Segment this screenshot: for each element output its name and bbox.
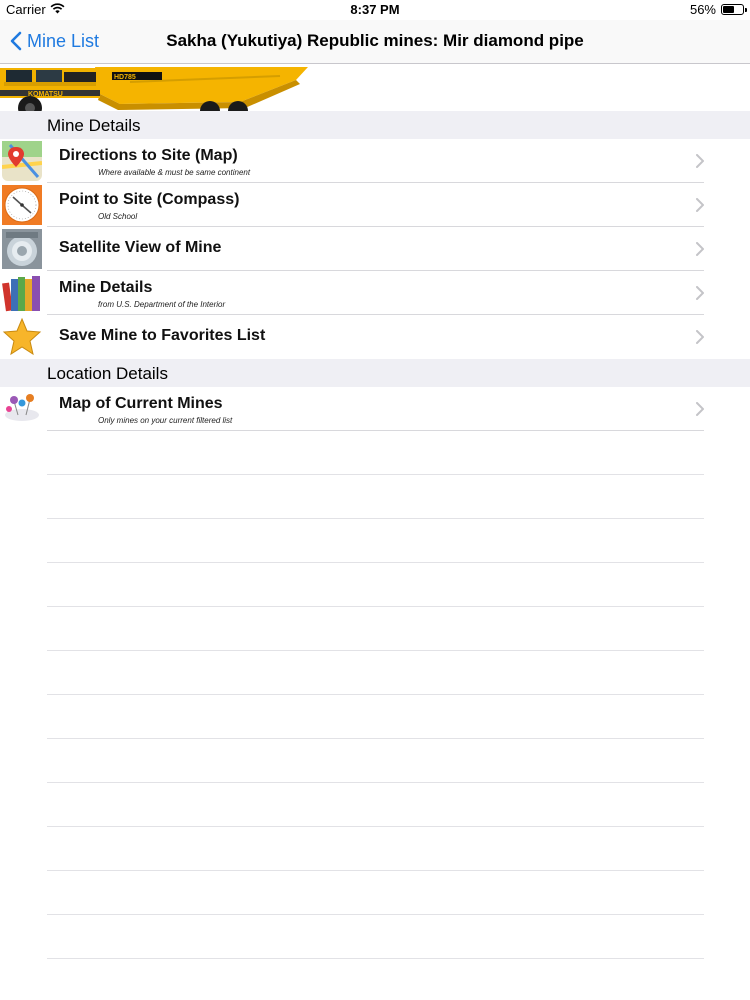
row-title: Point to Site (Compass): [59, 191, 240, 208]
mine-banner-image: HD785 KOMATSU: [0, 64, 310, 112]
empty-row-separator: [47, 562, 704, 563]
compass-icon: [2, 185, 42, 225]
status-time: 8:37 PM: [350, 2, 400, 17]
battery-level-fill: [723, 6, 734, 13]
empty-row-separator: [47, 958, 704, 959]
chevron-right-icon: [696, 286, 704, 300]
map-pins-icon: [5, 394, 39, 421]
battery-percent: 56%: [689, 2, 716, 17]
chevron-right-icon: [696, 402, 704, 416]
row-title: Save Mine to Favorites List: [59, 327, 266, 344]
row-mine-details[interactable]: Mine Details from U.S. Department of the…: [0, 271, 750, 315]
page-title: Sakha (Yukutiya) Republic mines: Mir dia…: [166, 31, 584, 50]
satellite-icon: [2, 229, 42, 269]
row-subtitle: from U.S. Department of the Interior: [98, 300, 226, 309]
empty-row-separator: [47, 606, 704, 607]
empty-row-separator: [47, 518, 704, 519]
section-header-location-details: Location Details: [0, 359, 750, 387]
chevron-right-icon: [696, 198, 704, 212]
empty-row-separator: [47, 914, 704, 915]
chevron-right-icon: [696, 330, 704, 344]
empty-row-separator: [47, 782, 704, 783]
truck-model-text: HD785: [114, 74, 136, 81]
row-title: Map of Current Mines: [59, 395, 223, 412]
map-directions-icon: [2, 141, 42, 181]
row-title: Directions to Site (Map): [59, 147, 238, 164]
books-icon: [2, 276, 40, 312]
empty-row-separator: [47, 826, 704, 827]
row-subtitle: Old School: [98, 212, 138, 221]
section-title: Mine Details: [47, 116, 141, 135]
row-title: Satellite View of Mine: [59, 239, 222, 256]
row-subtitle: Where available & must be same continent: [98, 168, 251, 177]
row-map-of-current-mines[interactable]: Map of Current Mines Only mines on your …: [0, 387, 750, 431]
dump-truck-illustration: HD785 KOMATSU: [0, 64, 310, 112]
empty-row-separator: [47, 738, 704, 739]
empty-row-separator: [47, 474, 704, 475]
row-directions-to-site[interactable]: Directions to Site (Map) Where available…: [0, 139, 750, 183]
row-point-to-site[interactable]: Point to Site (Compass) Old School: [0, 183, 750, 227]
section-title: Location Details: [47, 364, 168, 383]
row-save-to-favorites[interactable]: Save Mine to Favorites List: [0, 315, 750, 359]
row-title: Mine Details: [59, 279, 153, 296]
empty-row-separator: [47, 650, 704, 651]
section-header-mine-details: Mine Details: [0, 111, 750, 139]
empty-row-separator: [47, 870, 704, 871]
battery-icon: [721, 4, 747, 15]
chevron-right-icon: [696, 242, 704, 256]
empty-row-separator: [47, 694, 704, 695]
chevron-right-icon: [696, 154, 704, 168]
status-bar: Carrier 8:37 PM 56%: [0, 0, 750, 20]
row-subtitle: Only mines on your current filtered list: [98, 416, 233, 425]
navigation-bar: Mine List Sakha (Yukutiya) Republic mine…: [0, 20, 750, 64]
row-satellite-view[interactable]: Satellite View of Mine: [0, 227, 750, 271]
star-icon: [2, 317, 42, 356]
